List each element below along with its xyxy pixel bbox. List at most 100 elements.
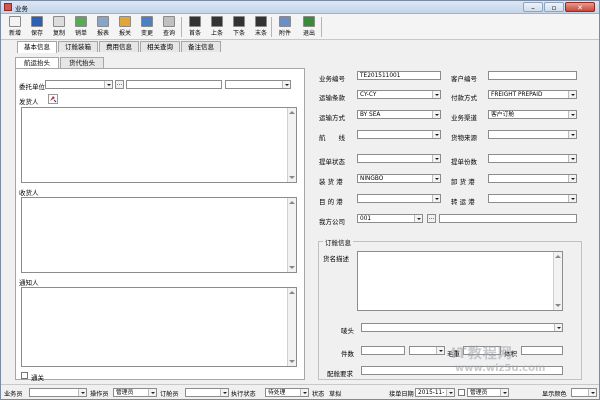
bl-copies-select[interactable] [488,154,577,163]
cust-no-field[interactable] [488,71,577,80]
consignee-scrollbar[interactable] [287,198,296,272]
chevron-down-icon[interactable] [432,91,440,98]
creator-select[interactable]: 管理员 [467,388,509,397]
terms-select[interactable]: CY-CY [357,90,441,99]
booker-select[interactable] [185,388,229,397]
notify-scrollbar[interactable] [287,288,296,366]
channel-select[interactable]: 客户订舱 [488,110,577,119]
package-unit-select[interactable] [409,346,445,355]
toolbar-button-query[interactable]: 查询 [158,15,180,39]
chevron-down-icon[interactable] [432,155,440,162]
sales-select[interactable] [29,388,87,397]
company-select[interactable]: 001 [357,214,423,223]
biz-no-field[interactable]: TE201511001 [357,71,441,80]
dest-select[interactable] [357,194,441,203]
next-record-icon [233,16,245,27]
toolbar-label: 退出 [302,30,315,37]
biz-no-label: 业务编号 [319,75,345,83]
terms-value: CY-CY [360,92,377,98]
watermark: IT教程网 www.wiz5u.com [441,341,600,381]
chevron-down-icon[interactable] [554,324,562,331]
subtab-forwarder-header[interactable]: 货代抬头 [60,57,104,68]
payment-select[interactable]: FREIGHT PREPAID [488,90,577,99]
toolbar-button-customs[interactable]: 报关 [114,15,136,39]
restore-button[interactable]: ▫ [544,2,564,12]
close-button[interactable]: ✕ [565,2,595,12]
company-lookup-button[interactable]: ... [427,214,436,223]
chevron-down-icon[interactable] [220,389,228,396]
shipper-textarea[interactable] [21,107,297,183]
toolbar-button-first-record[interactable]: 首条 [184,15,206,39]
consignor-name-field[interactable] [126,80,222,89]
toolbar-button-exit[interactable]: 退出 [298,15,320,39]
chevron-down-icon[interactable] [568,131,576,138]
mode-select[interactable]: BY SEA [357,110,441,119]
chevron-down-icon[interactable] [432,175,440,182]
transit-select[interactable] [488,194,577,203]
chevron-down-icon[interactable] [300,389,308,396]
chevron-down-icon[interactable] [568,195,576,202]
toolbar-button-next-record[interactable]: 下条 [228,15,250,39]
chevron-down-icon[interactable] [568,175,576,182]
pick-shipper-icon[interactable] [48,94,58,104]
chevron-down-icon[interactable] [282,81,290,88]
notify-textarea[interactable] [21,287,297,367]
accept-date-picker[interactable]: 2015-11- [415,388,455,397]
toolbar-label: 复制 [52,30,65,37]
chevron-down-icon[interactable] [588,389,596,396]
tab-fee-info[interactable]: 费用信息 [99,41,139,52]
toolbar-separator [271,17,272,37]
toolbar-button-attachment[interactable]: 附件 [274,15,296,39]
toolbar-button-copy[interactable]: 复制 [48,15,70,39]
chevron-down-icon[interactable] [78,389,86,396]
shipper-scrollbar[interactable] [287,108,296,182]
tab-remarks[interactable]: 备注信息 [181,41,221,52]
toolbar-button-last-record[interactable]: 末条 [250,15,272,39]
creator-checkbox[interactable] [458,389,465,396]
consignor-lookup-button[interactable]: ... [115,80,124,89]
tab-basic-info[interactable]: 基本信息 [17,41,57,53]
chevron-down-icon[interactable] [432,111,440,118]
accept-date-value: 2015-11- [418,390,445,396]
bl-status-select[interactable] [357,154,441,163]
consignee-textarea[interactable] [21,197,297,273]
route-select[interactable] [357,130,441,139]
chevron-down-icon[interactable] [500,389,508,396]
toolbar-button-cancel-order[interactable]: 销单 [70,15,92,39]
toolbar-button-new-document[interactable]: 新增 [4,15,26,39]
mark-color-label: 显示颜色 [542,391,567,398]
company-name-field[interactable] [439,214,577,223]
mark-color-select[interactable] [571,388,597,397]
goods-scrollbar[interactable] [553,252,562,310]
pod-select[interactable] [488,174,577,183]
toolbar-button-change[interactable]: 变更 [136,15,158,39]
tab-related-query[interactable]: 相关查询 [140,41,180,52]
chevron-down-icon[interactable] [104,81,112,88]
tab-booking-packing[interactable]: 订舱装箱 [58,41,98,52]
source-select[interactable] [488,130,577,139]
chevron-down-icon[interactable] [432,195,440,202]
toolbar-button-report[interactable]: 报表 [92,15,114,39]
status-bar: 业务员 操作员 管理员 订舱员 执行状态 待处理 状态 草拟 接单日期 2015… [1,384,599,399]
marks-select[interactable] [361,323,563,332]
consignor-contact-select[interactable] [225,80,291,89]
chevron-down-icon[interactable] [414,215,422,222]
chevron-down-icon[interactable] [148,389,156,396]
chevron-down-icon[interactable] [568,91,576,98]
chevron-down-icon[interactable] [568,155,576,162]
chevron-down-icon[interactable] [446,389,454,396]
query-icon [163,16,175,27]
mode-label: 运输方式 [319,114,345,122]
pol-select[interactable]: NINGBO [357,174,441,183]
chevron-down-icon[interactable] [568,111,576,118]
toolbar-button-save-disk[interactable]: 保存 [26,15,48,39]
minimize-button[interactable]: – [523,2,543,12]
exec-status-select[interactable]: 待处理 [265,388,309,397]
operator-select[interactable]: 管理员 [113,388,157,397]
goods-textarea[interactable] [357,251,563,311]
pieces-field[interactable] [361,346,405,355]
consignor-code-select[interactable] [45,80,113,89]
toolbar-button-previous-record[interactable]: 上条 [206,15,228,39]
customs-checkbox[interactable] [21,372,28,379]
chevron-down-icon[interactable] [432,131,440,138]
